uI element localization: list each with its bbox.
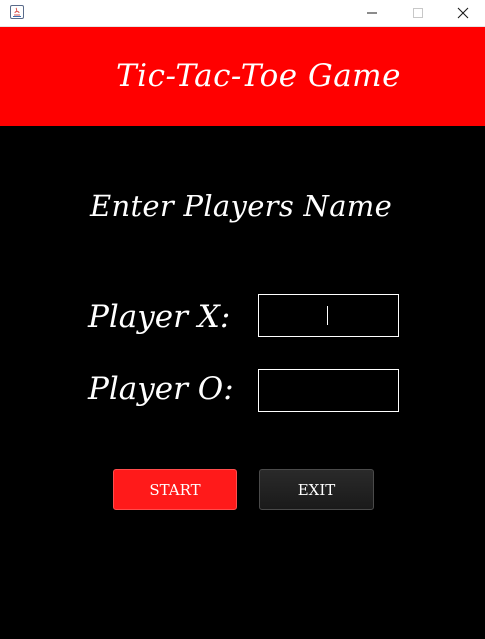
header-banner: Tic-Tac-Toe Game	[0, 27, 485, 126]
player-x-input[interactable]	[258, 294, 399, 337]
title-bar[interactable]	[0, 0, 485, 27]
game-title: Tic-Tac-Toe Game	[116, 58, 401, 94]
minimize-icon	[367, 12, 377, 14]
player-x-label: Player X:	[88, 299, 231, 335]
text-caret	[327, 306, 328, 325]
enter-players-heading: Enter Players Name	[90, 189, 393, 223]
player-o-label: Player O:	[88, 371, 234, 407]
close-button[interactable]	[440, 0, 485, 26]
exit-button[interactable]: EXIT	[259, 469, 374, 510]
maximize-button[interactable]	[395, 0, 441, 26]
java-app-icon	[10, 5, 24, 19]
game-window: Tic-Tac-Toe Game Enter Players Name Play…	[0, 0, 485, 639]
player-o-input[interactable]	[258, 369, 399, 412]
maximize-icon	[413, 8, 423, 18]
minimize-button[interactable]	[349, 0, 395, 26]
start-button[interactable]: START	[113, 469, 237, 510]
close-icon	[457, 7, 469, 19]
